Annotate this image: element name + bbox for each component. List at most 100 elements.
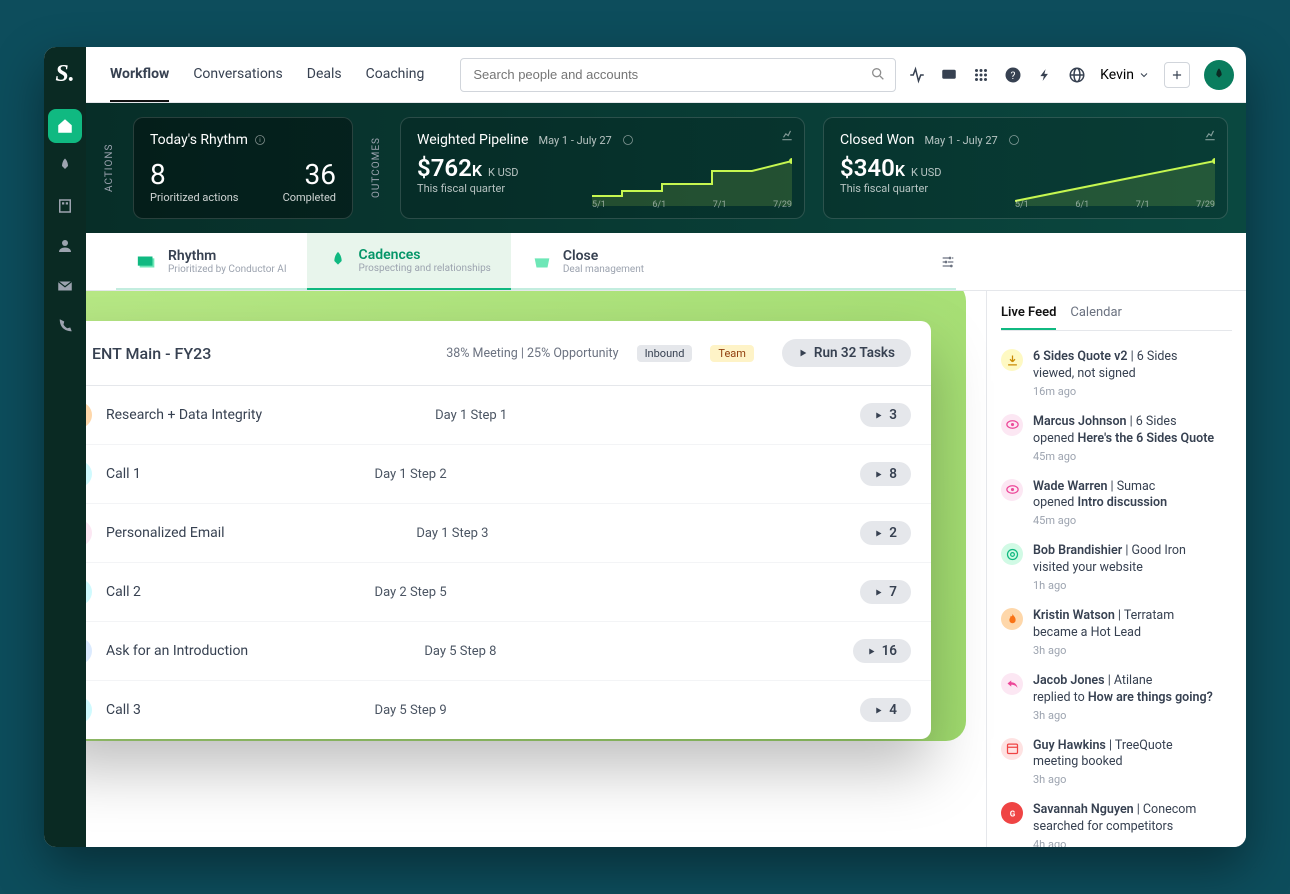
feed-time: 3h ago [1033,773,1173,786]
search-input[interactable] [460,58,896,92]
step-name: Research + Data Integrity [106,407,262,423]
step-run-button[interactable]: 7 [860,580,911,604]
step-name: Call 1 [106,466,141,482]
step-name: Personalized Email [106,525,225,541]
chart-icon [780,128,794,142]
feed-text: 6 Sides Quote v2 | 6 Sidesviewed, not si… [1033,349,1178,383]
completed-count: 36 [283,158,336,191]
feed-text: Bob Brandishier | Good Ironvisited your … [1033,543,1186,577]
step-name: Ask for an Introduction [106,643,248,659]
feed-item[interactable]: 6 Sides Quote v2 | 6 Sidesviewed, not si… [1001,341,1232,406]
info-icon [1008,134,1020,146]
won-title: Closed Won [840,132,914,148]
cadence-step-row[interactable]: Call 1 Day 1 Step 2 8 [86,445,931,504]
chart-icon [1203,128,1217,142]
won-card[interactable]: Closed Won May 1 - July 27 $340K K USD T… [823,117,1228,219]
sidebar [44,103,86,847]
step-day: Day 5 Step 8 [424,644,496,659]
run-tasks-button[interactable]: Run 32 Tasks [782,339,911,367]
step-icon-call [86,697,92,723]
feed-item[interactable]: Guy Hawkins | TreeQuotemeeting booked 3h… [1001,730,1232,795]
outcomes-label: OUTCOMES [371,117,382,219]
chat-icon[interactable] [940,66,958,84]
step-day: Day 1 Step 2 [375,467,447,482]
nav-coaching[interactable]: Coaching [366,48,425,102]
home-icon [56,117,74,135]
info-icon [622,134,634,146]
feed-item[interactable]: Marcus Johnson | 6 Sidesopened Here's th… [1001,406,1232,471]
feed-item[interactable]: G Savannah Nguyen | Conecomsearched for … [1001,794,1232,847]
won-daterange: May 1 - July 27 [924,134,997,147]
step-run-button[interactable]: 4 [860,698,911,722]
sidebar-people[interactable] [48,229,82,263]
rhythm-card[interactable]: Today's Rhythm i 8Prioritized actions 36… [133,117,353,219]
tab-cadences-sub: Prospecting and relationships [359,263,491,274]
activity-icon[interactable] [908,66,926,84]
tab-close-title: Close [563,248,644,264]
sidebar-email[interactable] [48,269,82,303]
nav-deals[interactable]: Deals [307,48,342,102]
envelope-icon [56,277,74,295]
feed-text: Marcus Johnson | 6 Sidesopened Here's th… [1033,414,1214,448]
sidebar-rocket[interactable] [48,149,82,183]
tab-cadences[interactable]: CadencesProspecting and relationships [307,233,511,290]
bolt-icon[interactable] [1036,66,1054,84]
cadence-step-row[interactable]: Personalized Email Day 1 Step 3 2 [86,504,931,563]
feed-text: Guy Hawkins | TreeQuotemeeting booked [1033,738,1173,772]
cadence-step-row[interactable]: Call 2 Day 2 Step 5 7 [86,563,931,622]
globe-icon[interactable] [1068,66,1086,84]
tab-rhythm[interactable]: RhythmPrioritized by Conductor AI [116,234,307,289]
step-run-button[interactable]: 16 [853,639,911,663]
cadence-step-row[interactable]: Ask for an Introduction Day 5 Step 8 16 [86,622,931,681]
nav-conversations[interactable]: Conversations [193,48,282,102]
step-count: 7 [889,584,897,600]
step-day: Day 1 Step 1 [435,408,507,423]
center-col: ENT Main - FY23 38% Meeting | 25% Opport… [86,291,986,847]
feed-text: Savannah Nguyen | Conecomsearched for co… [1033,802,1196,836]
step-count: 16 [882,643,897,659]
feed-item[interactable]: Kristin Watson | Terratambecame a Hot Le… [1001,600,1232,665]
step-run-button[interactable]: 2 [860,521,911,545]
tab-close[interactable]: CloseDeal management [511,234,691,289]
step-icon-email [86,520,92,546]
feed-tab-live[interactable]: Live Feed [1001,305,1056,330]
add-button[interactable] [1164,62,1190,88]
chevron-down-icon [1138,69,1150,81]
avatar[interactable] [1204,60,1234,90]
step-day: Day 1 Step 3 [416,526,488,541]
tabs-settings[interactable] [940,254,956,270]
feed-time: 3h ago [1033,709,1213,722]
step-run-button[interactable]: 3 [860,403,911,427]
search-icon [870,66,886,82]
pipeline-card[interactable]: Weighted Pipeline May 1 - July 27 $762K … [400,117,805,219]
tag-team: Team [710,345,754,362]
won-sparkline [1015,156,1215,206]
main: ACTIONS Today's Rhythm i 8Prioritized ac… [86,103,1246,847]
close-icon [531,251,553,273]
feed-item[interactable]: Jacob Jones | Atilanereplied to How are … [1001,665,1232,730]
sidebar-home[interactable] [48,109,82,143]
sidebar-accounts[interactable] [48,189,82,223]
feed-time: 3h ago [1033,644,1174,657]
feed-time: 4h ago [1033,838,1196,847]
hero: ACTIONS Today's Rhythm i 8Prioritized ac… [86,103,1246,233]
content-row: ENT Main - FY23 38% Meeting | 25% Opport… [86,291,1246,847]
cadence-step-row[interactable]: Call 3 Day 5 Step 9 4 [86,681,931,739]
step-run-button[interactable]: 8 [860,462,911,486]
cadence-step-row[interactable]: Research + Data Integrity Day 1 Step 1 3 [86,386,931,445]
feed-icon-download [1001,349,1023,371]
rocket-icon [1211,67,1227,83]
help-icon[interactable]: ? [1004,66,1022,84]
top-right: ? Kevin [908,60,1234,90]
user-menu[interactable]: Kevin [1100,67,1150,83]
rhythm-title: Today's Rhythm i [150,132,336,148]
sliders-icon [940,254,956,270]
feed-tab-calendar[interactable]: Calendar [1070,305,1122,330]
sidebar-phone[interactable] [48,309,82,343]
feed-icon-cal [1001,738,1023,760]
feed-item[interactable]: Wade Warren | Sumacopened Intro discussi… [1001,471,1232,536]
dialpad-icon[interactable] [972,66,990,84]
feed-item[interactable]: Bob Brandishier | Good Ironvisited your … [1001,535,1232,600]
play-icon [874,588,883,597]
nav-workflow[interactable]: Workflow [110,48,169,102]
